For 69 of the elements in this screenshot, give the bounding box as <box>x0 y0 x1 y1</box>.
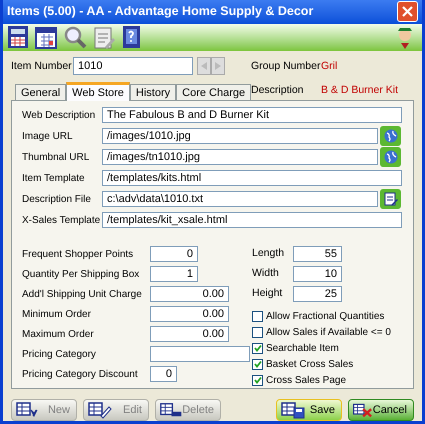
number-field[interactable]: 0.00 <box>150 326 229 342</box>
description-value: B & D Burner Kit <box>321 82 398 98</box>
group-number-label: Group Number <box>251 59 321 74</box>
text-field[interactable]: /images/tn1010.jpg <box>102 149 378 165</box>
checkbox[interactable] <box>252 374 263 386</box>
field-label: X-Sales Template <box>22 214 102 228</box>
field-label: Width <box>252 266 280 282</box>
number-field[interactable]: 1 <box>150 266 198 282</box>
close-icon <box>402 6 413 18</box>
checkbox[interactable] <box>252 326 263 338</box>
save-icon <box>280 400 306 420</box>
edit-file-button[interactable] <box>380 189 401 209</box>
globe-button[interactable] <box>380 126 401 146</box>
text-field[interactable]: c:\adv\data\1010.txt <box>102 191 378 207</box>
number-field[interactable]: 0.00 <box>150 306 229 322</box>
checkbox[interactable] <box>252 358 263 370</box>
checkbox[interactable] <box>252 310 263 322</box>
number-field[interactable]: 0 <box>150 246 198 262</box>
field-label: Image URL <box>22 130 74 144</box>
left-arrow-icon <box>201 62 207 70</box>
checkbox-label: Allow Fractional Quantities <box>266 310 384 324</box>
description-label: Description <box>251 82 305 98</box>
field-label: Description File <box>22 192 92 206</box>
right-arrow-icon <box>215 62 221 70</box>
group-number-value: Gril <box>321 59 338 74</box>
tab[interactable]: Core Charge <box>176 84 252 100</box>
checkbox-label: Cross Sales Page <box>266 374 346 388</box>
search-icon[interactable] <box>63 25 87 50</box>
field-label: Pricing Category <box>22 348 97 362</box>
item-number-field[interactable]: 1010 <box>73 57 193 75</box>
field-label: Frequent Shopper Points <box>22 248 134 262</box>
text-field[interactable]: The Fabulous B and D Burner Kit <box>102 107 402 123</box>
checkbox-label: Searchable Item <box>266 342 339 356</box>
calculator-icon[interactable] <box>7 25 29 50</box>
field-label: Length <box>252 246 286 262</box>
help-book-icon[interactable] <box>121 25 141 50</box>
number-field[interactable] <box>150 346 250 362</box>
checkbox-label: Allow Sales if Available <= 0 <box>266 326 391 340</box>
close-button[interactable] <box>397 1 418 22</box>
field-label: Item Template <box>22 172 86 186</box>
field-label: Thumbnal URL <box>22 150 90 164</box>
number-field[interactable]: 25 <box>293 286 342 302</box>
checkbox[interactable] <box>252 342 263 354</box>
globe-button[interactable] <box>380 147 401 167</box>
field-label: Pricing Category Discount <box>22 368 139 382</box>
text-field[interactable]: /images/1010.jpg <box>102 128 378 144</box>
field-label: Maximum Order <box>22 328 95 342</box>
tab[interactable]: General <box>15 84 66 100</box>
field-label: Minimum Order <box>22 308 92 322</box>
number-field[interactable]: 10 <box>293 266 342 282</box>
tab[interactable]: History <box>130 84 176 100</box>
cancel-button[interactable]: Cancel <box>348 399 414 421</box>
tab[interactable]: Web Store <box>66 82 130 101</box>
calendar-icon[interactable] <box>35 25 57 50</box>
text-field[interactable]: /templates/kit_xsale.html <box>102 212 402 228</box>
notepad-icon[interactable] <box>93 25 115 50</box>
number-field[interactable]: 55 <box>293 246 342 262</box>
item-number-label: Item Number <box>11 59 73 74</box>
edit-icon <box>87 400 113 420</box>
number-field[interactable]: 0 <box>150 366 177 382</box>
window-title: Items (5.00) - AA - Advantage Home Supply & Decor <box>7 3 314 20</box>
text-field[interactable]: /templates/kits.html <box>102 170 402 186</box>
field-label: Quantity Per Shipping Box <box>22 268 140 282</box>
field-label: Height <box>252 286 284 302</box>
save-button[interactable]: Save <box>276 399 342 421</box>
number-field[interactable]: 0.00 <box>150 286 229 302</box>
checkbox-label: Basket Cross Sales <box>266 358 354 372</box>
field-label: Add'l Shipping Unit Charge <box>22 288 143 302</box>
field-label: Web Description <box>22 108 96 122</box>
